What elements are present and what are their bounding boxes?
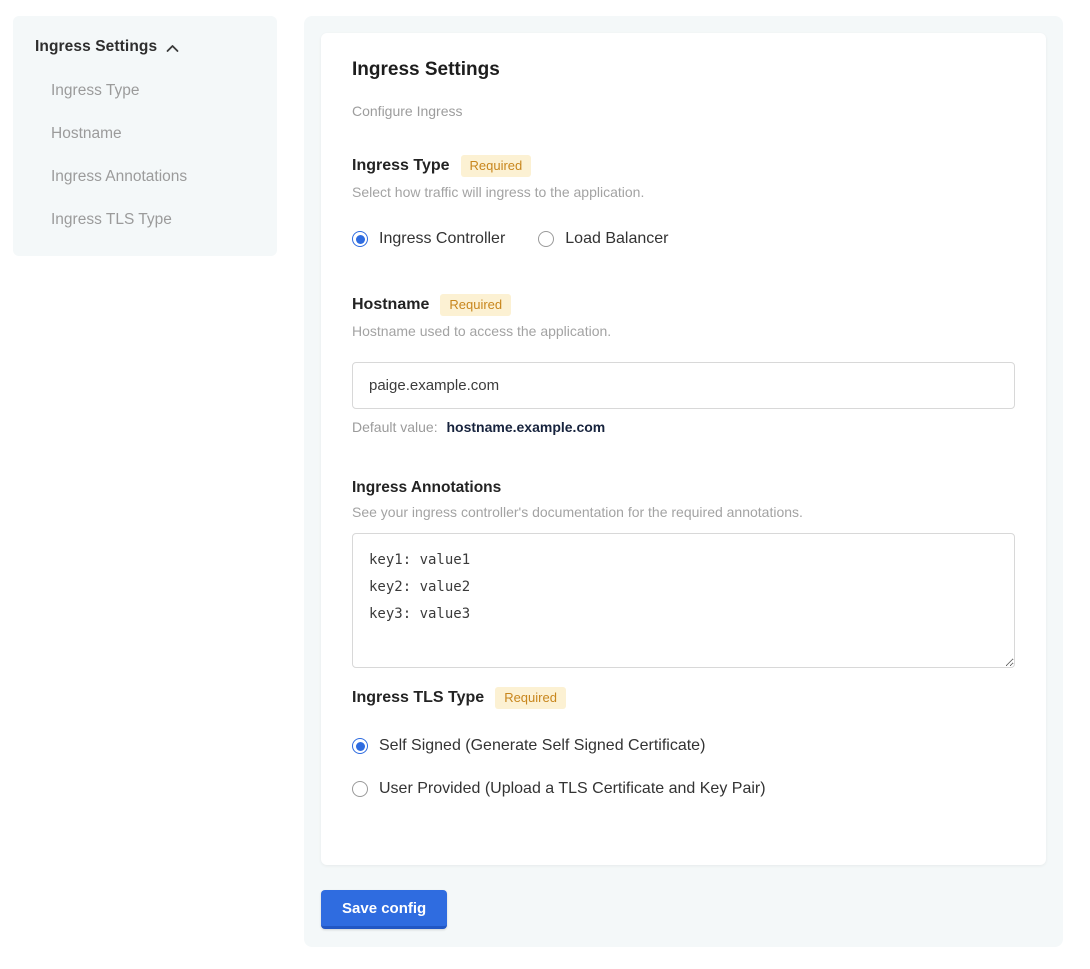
radio-unselected-icon — [538, 231, 554, 247]
radio-label: Load Balancer — [565, 230, 668, 248]
radio-ingress-controller[interactable]: Ingress Controller — [352, 230, 505, 248]
radio-label: Ingress Controller — [379, 230, 505, 248]
radio-selected-icon — [352, 738, 368, 754]
card-title: Ingress Settings — [352, 59, 1015, 81]
section-title-hostname: Hostname — [352, 296, 429, 314]
required-badge: Required — [495, 687, 566, 709]
config-page: Ingress Settings Ingress Type Hostname I… — [0, 0, 1090, 947]
required-badge: Required — [461, 155, 532, 177]
radio-selected-icon — [352, 231, 368, 247]
sidebar-item-hostname[interactable]: Hostname — [51, 125, 259, 142]
radio-unselected-icon — [352, 781, 368, 797]
sidebar-item-ingress-type[interactable]: Ingress Type — [51, 82, 259, 99]
config-panel: Ingress Settings Configure Ingress Ingre… — [304, 16, 1063, 947]
section-title-ingress-annotations: Ingress Annotations — [352, 479, 501, 497]
section-ingress-tls-type: Ingress TLS Type Required Self Signed (G… — [352, 687, 1015, 798]
sidebar-item-ingress-annotations[interactable]: Ingress Annotations — [51, 168, 259, 185]
config-card: Ingress Settings Configure Ingress Ingre… — [321, 33, 1046, 865]
sidebar-group-ingress-settings[interactable]: Ingress Settings — [35, 38, 259, 56]
sidebar-item-ingress-tls-type[interactable]: Ingress TLS Type — [51, 211, 259, 228]
section-help-hostname: Hostname used to access the application. — [352, 323, 1015, 339]
default-value-text: hostname.example.com — [447, 419, 606, 435]
radio-label: User Provided (Upload a TLS Certificate … — [379, 780, 766, 798]
annotations-textarea[interactable]: key1: value1 key2: value2 key3: value3 — [352, 533, 1015, 668]
ingress-type-radio-group: Ingress Controller Load Balancer — [352, 230, 1015, 248]
section-help-ingress-type: Select how traffic will ingress to the a… — [352, 184, 1015, 200]
tls-type-radio-group: Self Signed (Generate Self Signed Certif… — [352, 737, 1015, 798]
section-ingress-type: Ingress Type Required Select how traffic… — [352, 155, 1015, 248]
required-badge: Required — [440, 294, 511, 316]
save-config-button[interactable]: Save config — [321, 890, 447, 929]
sidebar-item-list: Ingress Type Hostname Ingress Annotation… — [35, 82, 259, 228]
chevron-up-icon[interactable] — [166, 44, 179, 53]
section-title-ingress-tls-type: Ingress TLS Type — [352, 689, 484, 707]
radio-self-signed[interactable]: Self Signed (Generate Self Signed Certif… — [352, 737, 1015, 755]
card-subtitle: Configure Ingress — [352, 103, 1015, 119]
section-ingress-annotations: Ingress Annotations See your ingress con… — [352, 479, 1015, 668]
config-nav-sidebar: Ingress Settings Ingress Type Hostname I… — [13, 16, 277, 256]
radio-load-balancer[interactable]: Load Balancer — [538, 230, 668, 248]
default-value-label: Default value: — [352, 419, 438, 435]
hostname-input[interactable] — [352, 362, 1015, 409]
radio-user-provided[interactable]: User Provided (Upload a TLS Certificate … — [352, 780, 1015, 798]
sidebar-group-title: Ingress Settings — [35, 38, 157, 56]
section-title-ingress-type: Ingress Type — [352, 157, 450, 175]
section-hostname: Hostname Required Hostname used to acces… — [352, 294, 1015, 435]
section-help-ingress-annotations: See your ingress controller's documentat… — [352, 504, 1015, 520]
radio-label: Self Signed (Generate Self Signed Certif… — [379, 737, 705, 755]
hostname-default-line: Default value: hostname.example.com — [352, 419, 1015, 435]
